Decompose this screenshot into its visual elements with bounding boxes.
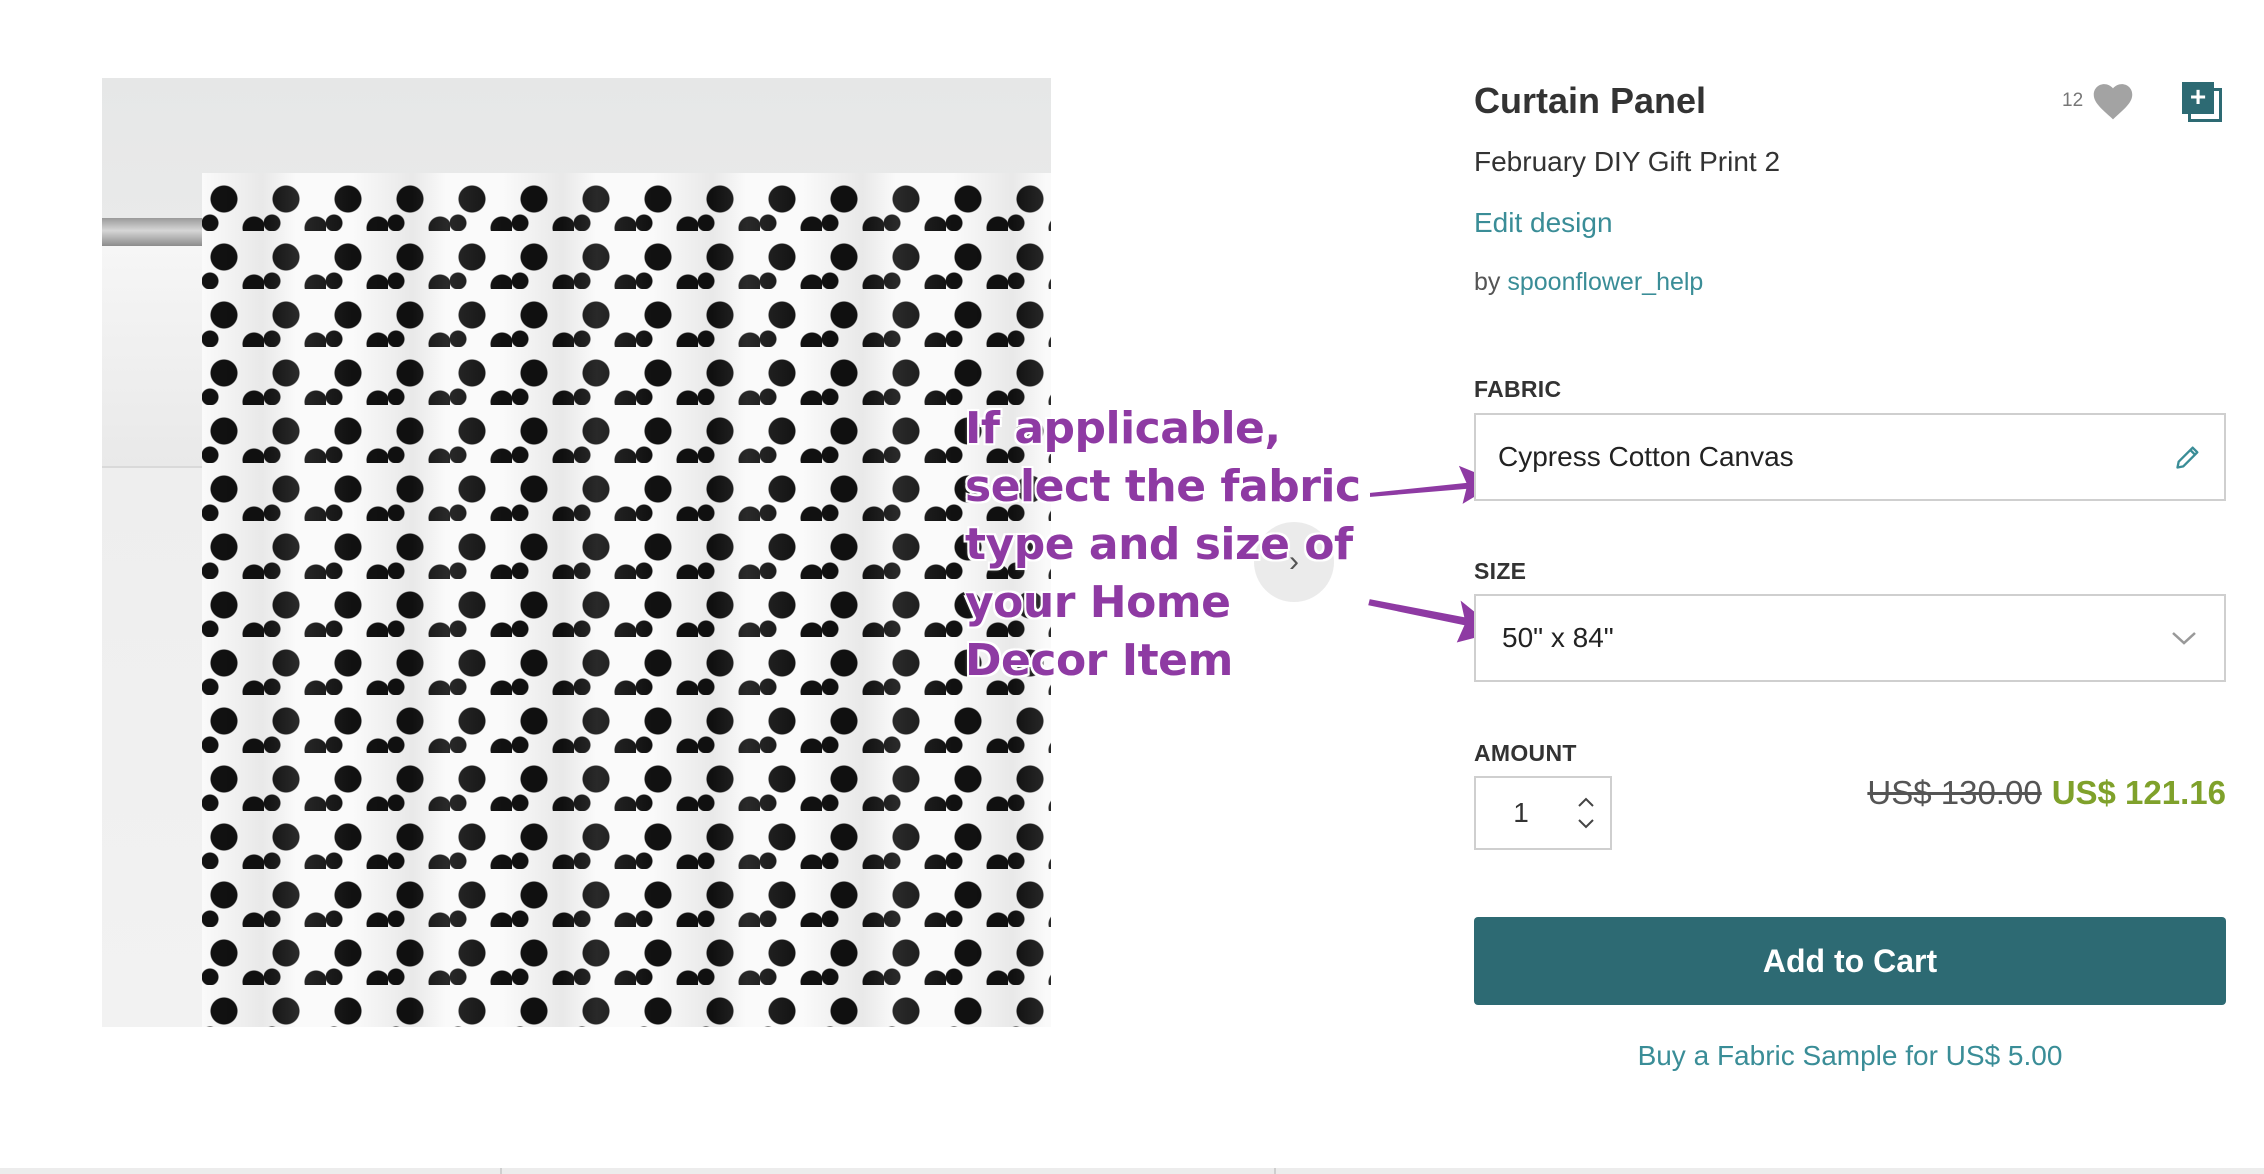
fabric-sample-link[interactable]: Buy a Fabric Sample for US$ 5.00 — [1474, 1040, 2226, 1072]
fabric-label: FABRIC — [1474, 376, 1562, 402]
original-price: US$ 130.00 — [1867, 774, 2042, 811]
tab-divider — [1274, 1168, 1276, 1174]
amount-label: AMOUNT — [1474, 740, 1577, 766]
by-label: by — [1474, 268, 1501, 296]
size-select[interactable]: 50" x 84" — [1474, 594, 2226, 682]
fabric-selector[interactable]: Cypress Cotton Canvas — [1474, 413, 2226, 501]
product-title: Curtain Panel — [1474, 80, 1707, 121]
stepper-arrows — [1566, 796, 1606, 830]
chevron-down-icon — [2172, 632, 2196, 645]
designer-byline: by spoonflower_help — [1474, 268, 1703, 297]
heart-icon — [2093, 84, 2133, 120]
tab-divider — [500, 1168, 502, 1174]
curtain-panel-image — [202, 173, 1051, 1027]
add-to-collection-icon[interactable]: + — [2182, 82, 2224, 124]
design-name: February DIY Gift Print 2 — [1474, 146, 1781, 177]
chevron-down-icon[interactable] — [1576, 818, 1596, 830]
product-image — [102, 78, 1051, 1027]
pencil-icon[interactable] — [2174, 443, 2202, 471]
collection-icon-plus: + — [2182, 82, 2214, 114]
annotation-text: If applicable, select the fabric type an… — [965, 403, 1361, 686]
size-label: SIZE — [1474, 558, 1527, 584]
favorite-button[interactable]: 12 — [2062, 80, 2135, 122]
price: US$ 130.00 US$ 121.16 — [1867, 774, 2226, 812]
edit-design-link[interactable]: Edit design — [1474, 207, 1613, 239]
chevron-up-icon[interactable] — [1576, 796, 1596, 808]
curtain-folds — [202, 173, 1051, 1027]
favorite-count: 12 — [2062, 90, 2084, 111]
designer-link[interactable]: spoonflower_help — [1507, 268, 1703, 296]
fabric-value: Cypress Cotton Canvas — [1498, 441, 1794, 472]
bottom-divider — [0, 1168, 2264, 1174]
size-value: 50" x 84" — [1502, 622, 1614, 653]
sale-price: US$ 121.16 — [2051, 774, 2226, 811]
add-to-cart-button[interactable]: Add to Cart — [1474, 917, 2226, 1005]
quantity-value[interactable]: 1 — [1476, 797, 1566, 829]
quantity-stepper[interactable]: 1 — [1474, 776, 1612, 850]
